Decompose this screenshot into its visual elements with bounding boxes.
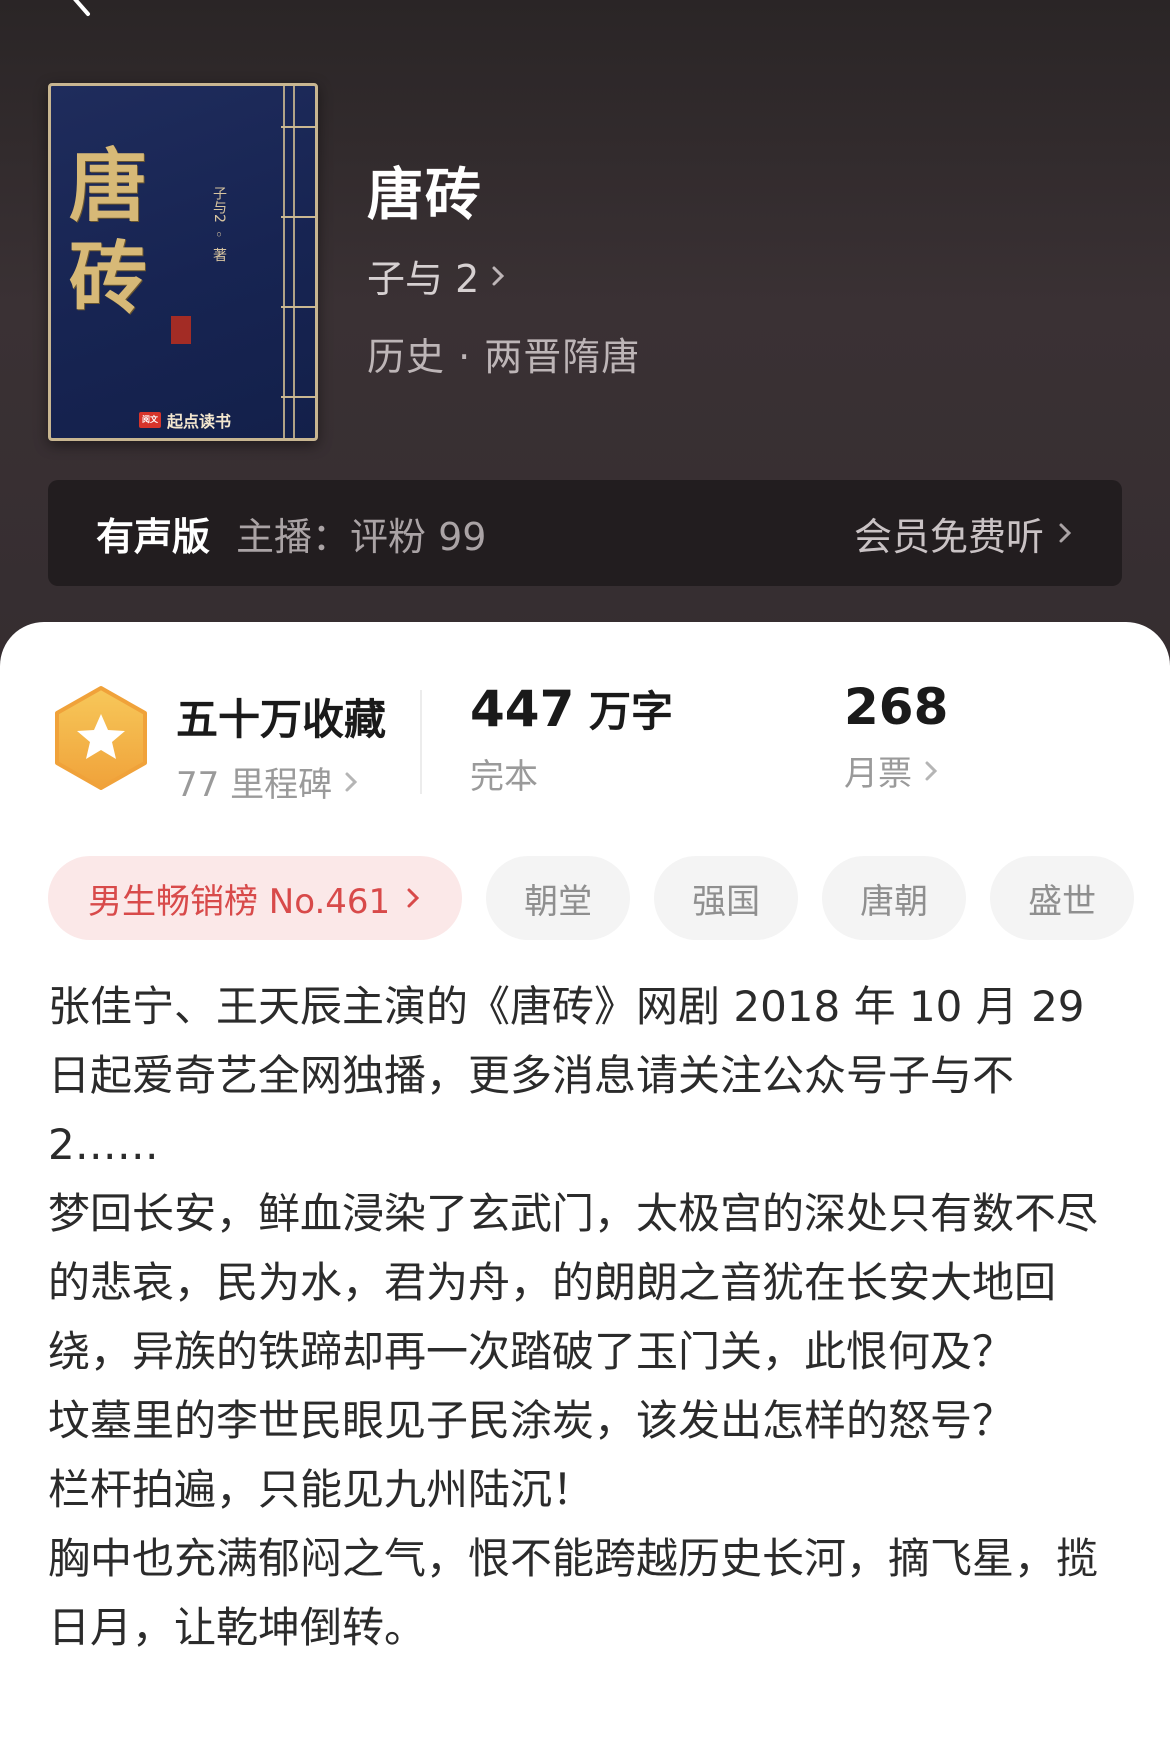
author-name: 子与 2 (367, 257, 480, 301)
author-link[interactable]: 子与 2 (367, 248, 507, 303)
milestone-label: 77 里程碑 (176, 765, 333, 805)
ranking-label: 男生畅销榜 No.461 (88, 881, 391, 922)
chevron-right-icon (1059, 523, 1072, 543)
tag-chip[interactable]: 盛世 (990, 856, 1135, 940)
collection-count: 五十万收藏 (176, 695, 387, 744)
chevron-right-icon (345, 772, 358, 791)
tag-chip[interactable]: 强国 (654, 856, 799, 940)
tag-list: 男生畅销榜 No.461 朝堂 强国 唐朝 盛世 (48, 856, 1135, 940)
synopsis-paragraph: 梦回长安，鲜血浸染了玄武门，太极宫的深处只有数不尽的悲哀，民为水，君为舟，的朗朗… (48, 1189, 1099, 1376)
monthly-votes-label: 月票 (844, 754, 912, 794)
genre-label: 历史 · 两晋隋唐 (367, 335, 641, 379)
back-arrow-icon[interactable] (62, 0, 102, 18)
cover-binding (283, 86, 307, 438)
cover-publisher: 阅文 起点读书 (139, 408, 231, 432)
audio-version-label: 有声版 (96, 514, 211, 559)
stat-divider (420, 690, 422, 794)
member-free-listen-label: 会员免费听 (853, 514, 1044, 559)
word-count-number: 447 (470, 680, 575, 738)
publisher-logo-icon: 阅文 (139, 412, 161, 428)
cover-seal (171, 316, 191, 344)
completion-status: 完本 (470, 757, 538, 797)
publisher-name: 起点读书 (167, 412, 232, 431)
synopsis-paragraph: 坟墓里的李世民眼见子民涂炭，该发出怎样的怒号？ (48, 1396, 1015, 1445)
milestone-link[interactable]: 77 里程碑 (176, 757, 386, 806)
tag-chip[interactable]: 朝堂 (486, 856, 631, 940)
collection-stat[interactable]: 五十万收藏 77 里程碑 (176, 686, 386, 806)
book-synopsis: 张佳宁、王天辰主演的《唐砖》网剧 2018 年 10 月 29 日起爱奇艺全网独… (48, 972, 1128, 1662)
ranking-chip[interactable]: 男生畅销榜 No.461 (48, 856, 463, 940)
monthly-votes-count: 268 (844, 678, 949, 736)
synopsis-paragraph: 张佳宁、王天辰主演的《唐砖》网剧 2018 年 10 月 29 日起爱奇艺全网独… (48, 982, 1085, 1169)
stats-row: 五十万收藏 77 里程碑 447 万字 完本 268 月票 (0, 622, 1170, 805)
word-count-unit: 万字 (589, 687, 674, 736)
member-free-listen-link[interactable]: 会员免费听 (854, 506, 1074, 561)
chevron-right-icon (407, 888, 420, 908)
monthly-votes-stat[interactable]: 268 月票 (844, 678, 948, 795)
book-cover[interactable]: 唐砖 子与2 ◦ 著 阅文 起点读书 (48, 83, 318, 441)
word-count-stat: 447 万字 完本 (470, 678, 673, 798)
book-title: 唐砖 (367, 163, 483, 228)
tag-chip[interactable]: 唐朝 (822, 856, 967, 940)
chevron-right-icon (925, 761, 938, 780)
cover-title: 唐砖 (69, 141, 148, 324)
audiobook-bar[interactable]: 有声版 主播：评粉 99 会员免费听 (48, 480, 1122, 586)
cover-author: 子与2 ◦ 著 (211, 186, 227, 262)
book-header: 唐砖 子与2 ◦ 著 阅文 起点读书 唐砖 子与 2 历史 · 两晋隋唐 有声版… (0, 0, 1170, 680)
audio-host: 主播：评粉 99 (236, 514, 487, 559)
synopsis-paragraph: 栏杆拍遍，只能见九州陆沉！ (48, 1465, 595, 1514)
details-panel: 五十万收藏 77 里程碑 447 万字 完本 268 月票 男生畅销榜 No.4… (0, 622, 1170, 1738)
chevron-right-icon (492, 266, 505, 285)
synopsis-paragraph: 胸中也充满郁闷之气，恨不能跨越历史长河，摘飞星，揽日月，让乾坤倒转。 (48, 1534, 1099, 1652)
star-badge-icon (55, 686, 147, 790)
